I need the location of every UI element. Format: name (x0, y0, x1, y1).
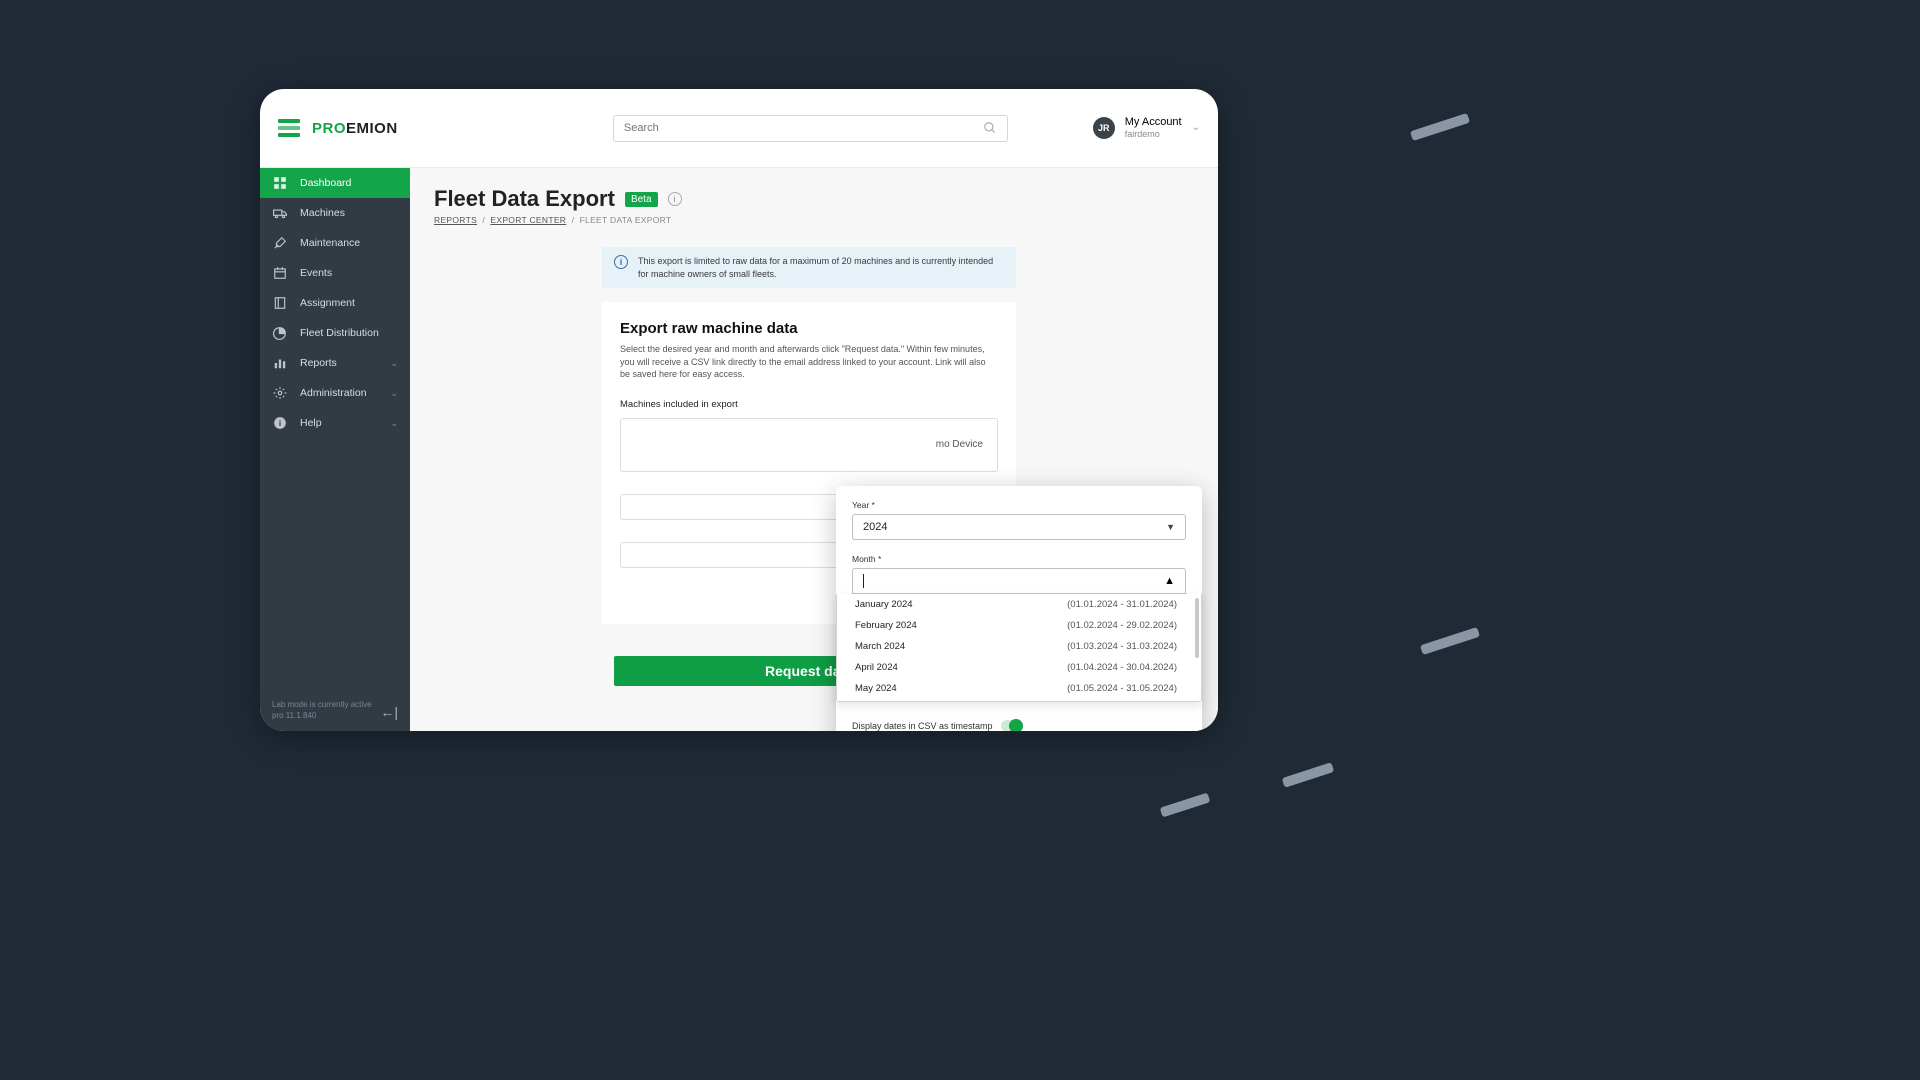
breadcrumb-current: FLEET DATA EXPORT (580, 215, 672, 225)
chevron-down-icon: ▼ (1166, 522, 1175, 532)
sidebar-item-dashboard[interactable]: Dashboard (260, 168, 410, 198)
month-option[interactable]: February 2024(01.02.2024 - 29.02.2024) (837, 615, 1195, 636)
chevron-down-icon: ⌄ (390, 418, 398, 429)
sidebar-item-reports[interactable]: Reports ⌄ (260, 348, 410, 378)
page-title: Fleet Data Export (434, 186, 615, 212)
sidebar-item-label: Maintenance (300, 237, 360, 249)
sidebar-item-label: Assignment (300, 297, 355, 309)
search-field[interactable] (624, 122, 983, 134)
bars-icon (272, 355, 288, 371)
book-icon (272, 295, 288, 311)
chevron-down-icon: ⌄ (1192, 122, 1200, 133)
chevron-down-icon: ⌄ (390, 388, 398, 399)
application-window: PROEMION JR My Account fairdemo ⌄ Dashbo… (260, 89, 1218, 731)
sidebar-item-machines[interactable]: Machines (260, 198, 410, 228)
chevron-up-icon: ▲ (1164, 575, 1175, 587)
logo-bars-icon (278, 119, 300, 137)
breadcrumb-reports[interactable]: REPORTS (434, 215, 477, 225)
account-text: My Account fairdemo (1125, 116, 1182, 140)
timestamp-toggle[interactable] (1001, 720, 1023, 731)
gear-icon (272, 385, 288, 401)
brand-text: PROEMION (312, 120, 398, 137)
date-selection-popup: Year * 2024 ▼ Month * ▲ January 2024(01.… (836, 486, 1202, 731)
chevron-down-icon: ⌄ (390, 358, 398, 369)
month-select[interactable]: ▲ (852, 568, 1186, 594)
beta-badge: Beta (625, 192, 658, 207)
machines-field[interactable]: mo Device (620, 418, 998, 472)
info-icon: i (614, 255, 628, 269)
info-icon: i (272, 415, 288, 431)
month-option[interactable]: April 2024(01.04.2024 - 30.04.2024) (837, 657, 1195, 678)
sidebar-item-administration[interactable]: Administration ⌄ (260, 378, 410, 408)
year-select[interactable]: 2024 ▼ (852, 514, 1186, 540)
sidebar-item-maintenance[interactable]: Maintenance (260, 228, 410, 258)
month-option[interactable]: May 2024(01.05.2024 - 31.05.2024) (837, 678, 1195, 699)
account-menu[interactable]: JR My Account fairdemo ⌄ (1093, 116, 1200, 140)
breadcrumb-export-center[interactable]: EXPORT CENTER (490, 215, 566, 225)
search-input[interactable] (613, 115, 1008, 142)
sidebar-item-help[interactable]: i Help ⌄ (260, 408, 410, 438)
month-label: Month * (852, 554, 1186, 564)
info-banner: i This export is limited to raw data for… (602, 247, 1016, 288)
sidebar-item-label: Reports (300, 357, 337, 369)
card-description: Select the desired year and month and af… (620, 343, 998, 381)
month-option[interactable]: January 2024(01.01.2024 - 31.01.2024) (837, 594, 1195, 615)
sidebar-item-fleet-distribution[interactable]: Fleet Distribution (260, 318, 410, 348)
sidebar-item-label: Help (300, 417, 322, 429)
calendar-icon (272, 265, 288, 281)
month-option[interactable]: March 2024(01.03.2024 - 31.03.2024) (837, 636, 1195, 657)
year-label: Year * (852, 500, 1186, 510)
sidebar-item-assignment[interactable]: Assignment (260, 288, 410, 318)
month-dropdown: January 2024(01.01.2024 - 31.01.2024) Fe… (836, 594, 1202, 702)
svg-text:i: i (279, 419, 281, 428)
tools-icon (272, 235, 288, 251)
card-heading: Export raw machine data (620, 320, 998, 337)
sidebar: Dashboard Machines Maintenance Events As… (260, 168, 410, 731)
top-header: PROEMION JR My Account fairdemo ⌄ (260, 89, 1218, 168)
grid-icon (272, 175, 288, 191)
sidebar-item-label: Dashboard (300, 177, 351, 189)
machines-label: Machines included in export (620, 399, 998, 410)
brand-logo[interactable]: PROEMION (278, 119, 528, 137)
sidebar-item-label: Fleet Distribution (300, 327, 379, 339)
sidebar-item-label: Administration (300, 387, 367, 399)
search-icon (983, 121, 997, 135)
timestamp-toggle-row: Display dates in CSV as timestamp (852, 702, 1186, 731)
sidebar-footer: Lab mode is currently active pro 11.1.84… (260, 690, 410, 731)
sidebar-item-label: Machines (300, 207, 345, 219)
scrollbar[interactable] (1195, 598, 1199, 658)
info-icon[interactable]: i (668, 192, 682, 206)
sidebar-item-label: Events (300, 267, 332, 279)
sidebar-item-events[interactable]: Events (260, 258, 410, 288)
truck-icon (272, 205, 288, 221)
breadcrumb: REPORTS / EXPORT CENTER / FLEET DATA EXP… (434, 215, 1194, 225)
avatar: JR (1093, 117, 1115, 139)
collapse-sidebar-icon[interactable]: ←| (380, 703, 398, 721)
pie-icon (272, 325, 288, 341)
